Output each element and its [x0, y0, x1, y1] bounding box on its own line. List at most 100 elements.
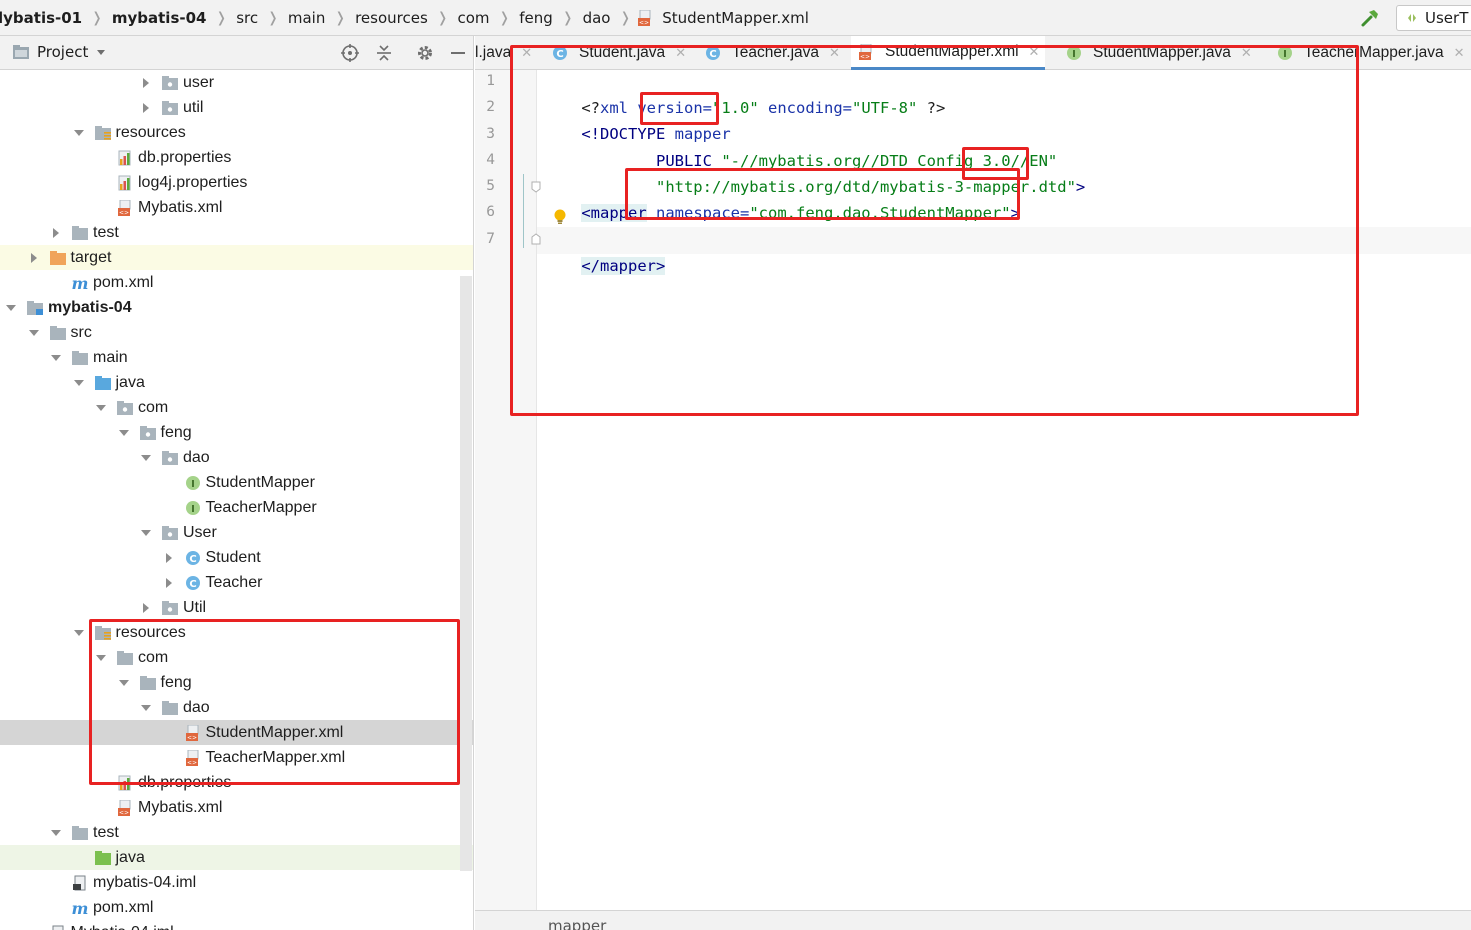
- tree-collapsed-arrow-icon[interactable]: [140, 102, 152, 114]
- editor-tab[interactable]: I TeacherMapper.java ✕: [1270, 36, 1471, 70]
- code-line-7[interactable]: </mapper>: [544, 229, 666, 275]
- editor-tab[interactable]: C Student.java ✕: [545, 36, 692, 70]
- tree-item[interactable]: java: [0, 370, 473, 395]
- build-hammer-icon[interactable]: [1360, 8, 1380, 28]
- tree-expanded-arrow-icon[interactable]: [118, 677, 130, 689]
- tree-item[interactable]: test: [0, 820, 473, 845]
- tree-item[interactable]: dao: [0, 695, 473, 720]
- tree-item[interactable]: User: [0, 520, 473, 545]
- tree-collapsed-arrow-icon[interactable]: [140, 602, 152, 614]
- breadcrumb-item[interactable]: main: [284, 9, 329, 27]
- tree-collapsed-arrow-icon[interactable]: [163, 577, 175, 589]
- tree-item[interactable]: log4j.properties: [0, 170, 473, 195]
- tree-item[interactable]: db.properties: [0, 770, 473, 795]
- tree-item[interactable]: m pom.xml: [0, 895, 473, 920]
- tree-item[interactable]: Util: [0, 595, 473, 620]
- tree-item[interactable]: src: [0, 320, 473, 345]
- tree-item[interactable]: com: [0, 395, 473, 420]
- breadcrumb-item[interactable]: src: [232, 9, 262, 27]
- tree-item[interactable]: <> Mybatis.xml: [0, 795, 473, 820]
- tree-item[interactable]: test: [0, 220, 473, 245]
- tree-expanded-arrow-icon[interactable]: [5, 302, 17, 314]
- tree-item[interactable]: feng: [0, 670, 473, 695]
- breadcrumb-item[interactable]: dao: [579, 9, 615, 27]
- tree-item[interactable]: Mybatis-04.iml: [0, 920, 473, 930]
- tree-item[interactable]: <> Mybatis.xml: [0, 195, 473, 220]
- code-line-1[interactable]: <?xml version="1.0" encoding="UTF-8" ?>: [544, 71, 945, 117]
- tree-expanded-arrow-icon[interactable]: [95, 652, 107, 664]
- close-icon[interactable]: ✕: [1454, 45, 1465, 61]
- fold-marker-icon[interactable]: [531, 181, 541, 193]
- tree-collapsed-arrow-icon[interactable]: [50, 227, 62, 239]
- locate-target-icon[interactable]: [341, 44, 359, 62]
- iml-file-icon: [71, 875, 89, 891]
- xml-file-icon: <>: [116, 799, 134, 816]
- tree-item[interactable]: com: [0, 645, 473, 670]
- tree-expanded-arrow-icon[interactable]: [140, 527, 152, 539]
- code-line-4[interactable]: "http://mybatis.org/dtd/mybatis-3-mapper…: [544, 150, 1085, 196]
- tree-expanded-arrow-icon[interactable]: [50, 827, 62, 839]
- tree-item[interactable]: mybatis-04: [0, 295, 473, 320]
- class-icon: C: [704, 45, 722, 61]
- tree-item[interactable]: db.properties: [0, 145, 473, 170]
- tree-collapsed-arrow-icon[interactable]: [140, 77, 152, 89]
- code-line-3[interactable]: PUBLIC "-//mybatis.org//DTD Config 3.0//…: [544, 124, 1057, 170]
- close-icon[interactable]: ✕: [1241, 45, 1252, 61]
- tree-collapsed-arrow-icon[interactable]: [28, 252, 40, 264]
- tree-item[interactable]: I StudentMapper: [0, 470, 473, 495]
- tree-expanded-arrow-icon[interactable]: [140, 452, 152, 464]
- svg-text:m: m: [72, 275, 89, 291]
- tree-expanded-arrow-icon[interactable]: [50, 352, 62, 364]
- tree-expanded-arrow-icon[interactable]: [95, 402, 107, 414]
- close-icon[interactable]: ✕: [675, 45, 686, 61]
- close-icon[interactable]: ✕: [829, 45, 840, 61]
- breadcrumb-item[interactable]: com: [454, 9, 494, 27]
- tree-item[interactable]: mybatis-04.iml: [0, 870, 473, 895]
- code-line-2[interactable]: <!DOCTYPE mapper: [544, 97, 730, 143]
- editor-tab[interactable]: <> StudentMapper.xml ✕: [851, 36, 1046, 70]
- tree-item[interactable]: C Teacher: [0, 570, 473, 595]
- tree-collapsed-arrow-icon[interactable]: [163, 552, 175, 564]
- tree-item[interactable]: <> TeacherMapper.xml: [0, 745, 473, 770]
- tree-item[interactable]: <> StudentMapper.xml: [0, 720, 473, 745]
- tree-expanded-arrow-icon[interactable]: [73, 627, 85, 639]
- tree-expanded-arrow-icon[interactable]: [140, 702, 152, 714]
- tree-item[interactable]: java: [0, 845, 473, 870]
- tree-item[interactable]: I TeacherMapper: [0, 495, 473, 520]
- code-line-5[interactable]: <mapper namespace="com.feng.dao.StudentM…: [544, 176, 1020, 222]
- tree-item[interactable]: user: [0, 70, 473, 95]
- breadcrumb-item[interactable]: lybatis-01: [0, 9, 86, 27]
- tree-item[interactable]: target: [0, 245, 473, 270]
- svg-text:<>: <>: [119, 809, 129, 816]
- tree-item[interactable]: feng: [0, 420, 473, 445]
- tree-item[interactable]: main: [0, 345, 473, 370]
- project-view-selector[interactable]: Project: [12, 43, 107, 61]
- tree-expanded-arrow-icon[interactable]: [28, 327, 40, 339]
- editor-tab[interactable]: l.java ✕: [475, 36, 536, 70]
- tree-item[interactable]: C Student: [0, 545, 473, 570]
- editor-tab[interactable]: C Teacher.java ✕: [698, 36, 846, 70]
- hide-panel-icon[interactable]: [449, 44, 467, 62]
- tree-item[interactable]: dao: [0, 445, 473, 470]
- breadcrumb-item[interactable]: StudentMapper.xml: [658, 9, 813, 27]
- close-icon[interactable]: ✕: [521, 45, 532, 61]
- gear-icon[interactable]: [416, 44, 434, 62]
- breadcrumb-item[interactable]: resources: [351, 9, 432, 27]
- collapse-all-icon[interactable]: [375, 44, 393, 62]
- breadcrumb-item[interactable]: feng: [515, 9, 557, 27]
- run-configuration-selector[interactable]: UserT: [1396, 5, 1471, 31]
- close-icon[interactable]: ✕: [1029, 44, 1040, 60]
- tree-item[interactable]: resources: [0, 120, 473, 145]
- breadcrumb-item[interactable]: mybatis-04: [108, 9, 211, 27]
- tree-item[interactable]: util: [0, 95, 473, 120]
- tree-item[interactable]: m pom.xml: [0, 270, 473, 295]
- editor-tab[interactable]: I StudentMapper.java ✕: [1059, 36, 1258, 70]
- properties-file-icon: [116, 775, 134, 791]
- tree-expanded-arrow-icon[interactable]: [73, 377, 85, 389]
- tree-expanded-arrow-icon[interactable]: [73, 127, 85, 139]
- tree-item[interactable]: resources: [0, 620, 473, 645]
- intention-bulb-icon[interactable]: [553, 208, 567, 226]
- fold-marker-icon[interactable]: [531, 233, 541, 245]
- tree-scrollbar[interactable]: [460, 276, 472, 871]
- tree-expanded-arrow-icon[interactable]: [118, 427, 130, 439]
